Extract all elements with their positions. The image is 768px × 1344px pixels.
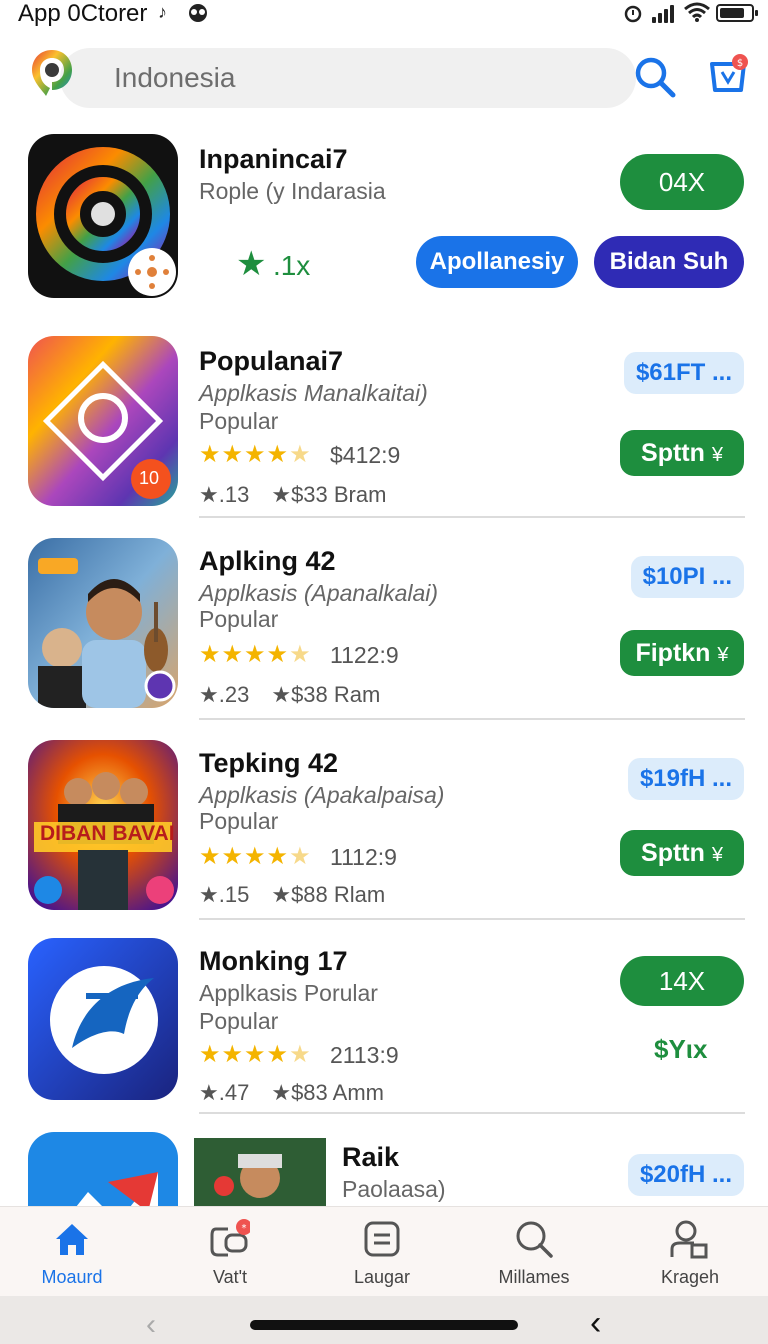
price-button[interactable]: 14X: [620, 956, 744, 1006]
profile-icon: [670, 1220, 708, 1259]
app-row[interactable]: DIBAN BAVAI Tepking 42 Applkasis (Apakal…: [0, 740, 768, 924]
price-button[interactable]: $61FT ...: [623, 352, 744, 394]
app-meta: ★.15 ★$88 Rlam: [199, 882, 386, 907]
status-bar: App 0Ctorer ♪: [0, 0, 768, 30]
app-meta: ★.23 ★$38 Ram: [199, 682, 381, 707]
battery-icon: [716, 4, 758, 22]
app-meta: ★.13 ★$33 Bram: [199, 482, 387, 507]
app-name[interactable]: Raik: [342, 1142, 399, 1173]
app-category: Popular: [199, 1008, 279, 1034]
nav-item-profile[interactable]: Kragеh: [630, 1207, 750, 1297]
app-category: Popular: [199, 606, 279, 632]
nav-label: Laugar: [353, 1267, 411, 1287]
app-rating: 2113:9: [330, 1042, 399, 1068]
app-row[interactable]: 10 Populanai7 Applkasis Manalkaitai) Pop…: [0, 336, 768, 520]
status-bar-title: App 0Ctorer: [18, 0, 148, 27]
star-rating-icon: ★★★★★: [199, 441, 312, 468]
system-navigation-bar: ‹ ‹: [0, 1296, 768, 1344]
app-subtitle: Paolaasa): [342, 1176, 446, 1202]
app-name[interactable]: Aplking 42: [199, 546, 336, 577]
signal-icon: [652, 5, 678, 23]
app-store-logo-icon[interactable]: [30, 48, 74, 98]
app-meta: ★.47 ★$83 Amm: [199, 1080, 384, 1105]
app-icon[interactable]: [28, 538, 178, 708]
app-name[interactable]: Tepking 42: [199, 748, 338, 779]
notification-owl-icon: [189, 4, 207, 22]
divider: [199, 1112, 745, 1114]
app-row[interactable]: Raik Paolaasa) $20fH ...: [0, 1132, 768, 1206]
app-rating: 1122:9: [330, 642, 399, 668]
nav-item-search[interactable]: Millames: [474, 1207, 594, 1297]
nav-item-home[interactable]: Moaurd: [12, 1207, 132, 1297]
nav-label: Vat't: [212, 1267, 248, 1287]
app-rating: 1112:9: [330, 844, 397, 870]
featured-app-icon[interactable]: [28, 134, 178, 298]
divider: [199, 718, 745, 720]
search-area: Indonesia: [30, 48, 636, 110]
home-gesture-bar[interactable]: [250, 1320, 518, 1330]
app-name[interactable]: Populanai7: [199, 346, 343, 377]
featured-rating-label: .1x: [272, 250, 311, 281]
list-icon: [364, 1221, 400, 1257]
featured-primary-button[interactable]: 04X: [620, 154, 744, 210]
app-icon[interactable]: [28, 938, 178, 1100]
nav-label: Millames: [498, 1267, 570, 1287]
search-input[interactable]: Indonesia: [60, 48, 636, 108]
install-button[interactable]: Fiptkn ¥: [620, 630, 744, 676]
featured-tag-1[interactable]: Apollanesiy: [416, 236, 578, 288]
search-button[interactable]: [634, 56, 676, 98]
home-icon: [56, 1224, 88, 1255]
price-button[interactable]: $20fH ...: [627, 1154, 744, 1196]
install-button[interactable]: Spttn ¥: [620, 830, 744, 876]
nav-label: Kragеh: [660, 1267, 720, 1287]
alarm-icon: [624, 5, 642, 23]
install-button[interactable]: Spttn ¥: [620, 430, 744, 476]
back-chevron-icon[interactable]: ‹: [146, 1308, 156, 1342]
star-rating-icon: ★★★★★: [199, 843, 312, 870]
app-icon[interactable]: [28, 1132, 178, 1206]
app-row[interactable]: Aplking 42 Applkasis (Apanalkalai) Popul…: [0, 538, 768, 722]
app-row[interactable]: Monking 17 Applkasis Porular Popular ★★★…: [0, 938, 768, 1118]
star-icon: ★: [236, 245, 267, 283]
app-subtitle: Applkasis (Apakalpaisa): [199, 782, 445, 808]
app-category: Popular: [199, 408, 279, 434]
star-rating-icon: ★★★★★: [199, 1041, 312, 1068]
nav-item-list[interactable]: Laugar: [322, 1207, 442, 1297]
app-rating: $412:9: [330, 442, 401, 468]
search-icon: [516, 1221, 553, 1258]
featured-app-card[interactable]: Inpanincai7 Rople (y Indarasia ★ .1x 04X…: [0, 134, 768, 304]
app-subtitle: Applkasis Manalkaitai): [199, 380, 428, 406]
nav-item-games[interactable]: * Vat't: [170, 1207, 290, 1297]
featured-app-name[interactable]: Inpanincai7: [199, 144, 348, 175]
app-icon-badge: 10: [139, 468, 160, 488]
svg-text:$: $: [737, 58, 743, 69]
divider: [199, 516, 745, 518]
price-button[interactable]: $10PI ...: [630, 556, 744, 598]
svg-text:*: *: [242, 1223, 247, 1234]
bottom-nav: Moaurd * Vat't Laugar Millames Kragеh: [0, 1206, 768, 1296]
wifi-icon: [684, 2, 710, 22]
app-name[interactable]: Monking 17: [199, 946, 348, 977]
app-subtitle: Applkasis Porular: [199, 980, 378, 1006]
price-button[interactable]: $19fH ...: [627, 758, 744, 800]
divider: [199, 918, 745, 920]
cart-button[interactable]: $: [706, 52, 752, 98]
search-input-value: Indonesia: [114, 62, 236, 93]
star-rating-icon: ★★★★★: [199, 641, 312, 668]
music-note-icon: ♪: [158, 2, 167, 22]
app-icon[interactable]: 10: [28, 336, 178, 506]
featured-app-subtitle: Rople (y Indarasia: [199, 178, 386, 204]
app-thumbnail[interactable]: [194, 1138, 326, 1206]
app-icon[interactable]: DIBAN BAVAI: [28, 740, 178, 910]
price-label: $Yιx: [654, 1034, 708, 1064]
featured-tag-2[interactable]: Bidan Suh: [594, 236, 744, 288]
back-chevron-icon[interactable]: ‹: [590, 1304, 601, 1343]
app-icon-text: DIBAN BAVAI: [40, 822, 175, 845]
app-category: Popular: [199, 808, 279, 834]
featured-rating: ★ .1x: [236, 244, 310, 284]
app-subtitle: Applkasis (Apanalkalai): [199, 580, 439, 606]
games-icon: *: [210, 1219, 250, 1257]
nav-label: Moaurd: [41, 1267, 103, 1287]
